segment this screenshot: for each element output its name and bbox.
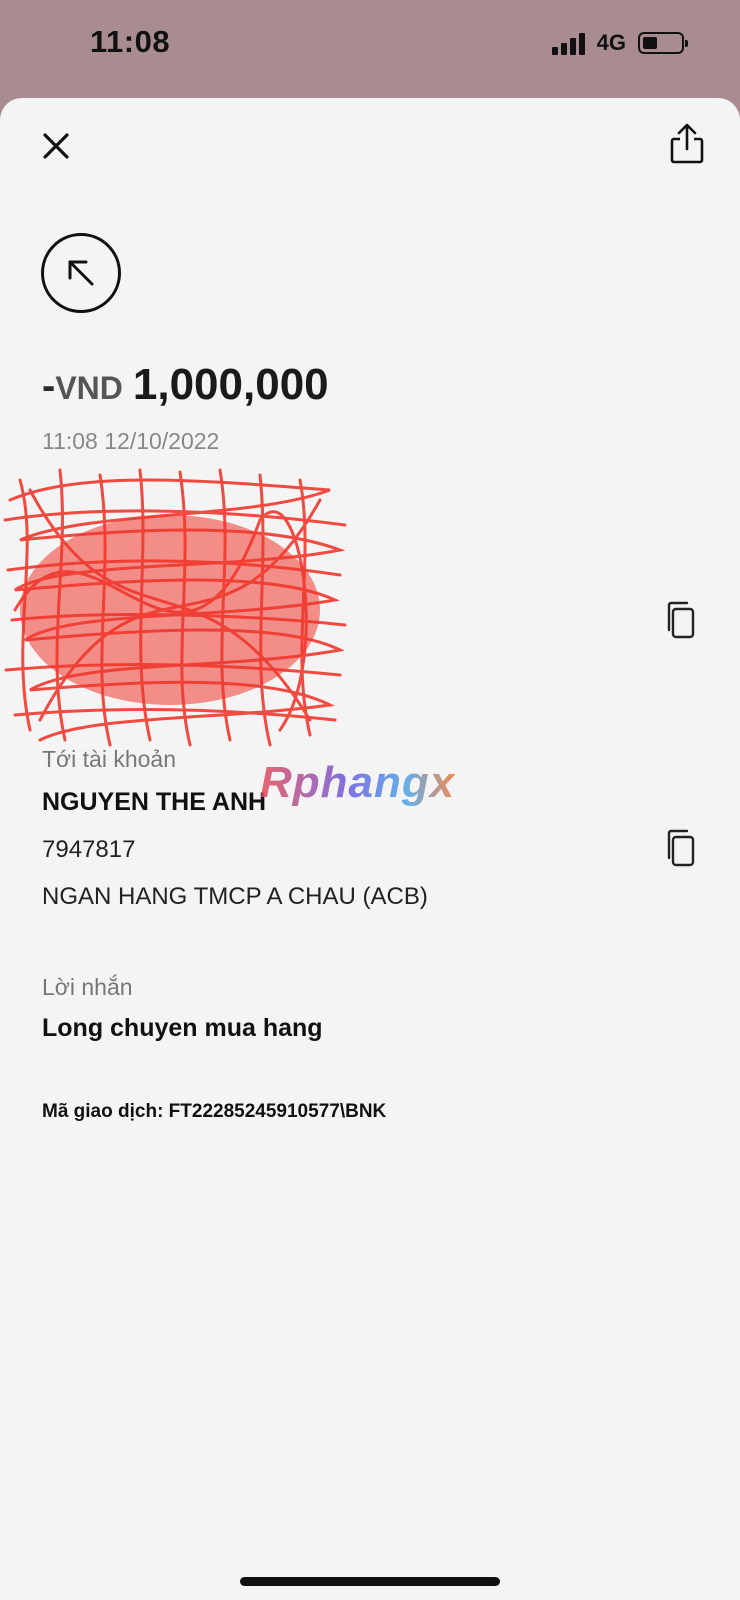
home-indicator[interactable]: [240, 1577, 500, 1586]
message-value: Long chuyen mua hang: [42, 1014, 323, 1042]
network-type: 4G: [596, 30, 626, 55]
watermark-logo: Rphangx: [260, 758, 456, 807]
close-button[interactable]: [38, 128, 74, 164]
recipient-name: NGUYEN THE ANH: [42, 788, 267, 816]
status-indicators: 4G: [551, 30, 688, 56]
amount-currency: VND: [55, 370, 123, 406]
battery-icon: [638, 32, 688, 54]
recipient-label: Tới tài khoản: [42, 746, 176, 772]
message-label: Lời nhắn: [42, 974, 133, 1000]
outgoing-direction-badge: [41, 233, 121, 313]
share-button[interactable]: [666, 122, 708, 166]
copy-recipient-button[interactable]: [660, 826, 700, 870]
arrow-up-left-icon: [68, 260, 94, 286]
recipient-account: 7947817: [42, 836, 136, 863]
signal-bars-icon: [551, 31, 585, 55]
close-icon: [43, 133, 69, 159]
transaction-detail-sheet: - VND 1,000,000 11:08 12/10/2022 Tới tài…: [0, 98, 740, 1600]
copy-icon: [667, 829, 695, 867]
share-icon: [670, 123, 704, 164]
amount-value: 1,000,000: [132, 360, 329, 409]
amount-row: - VND 1,000,000: [42, 360, 329, 410]
status-time: 11:08: [90, 24, 171, 59]
status-bar: 11:08 4G: [0, 0, 740, 96]
transaction-datetime: 11:08 12/10/2022: [42, 428, 220, 454]
transaction-reference: Mã giao dịch: FT22285245910577\BNK: [42, 1101, 387, 1122]
recipient-bank: NGAN HANG TMCP A CHAU (ACB): [42, 883, 428, 910]
amount-sign: -: [42, 364, 56, 408]
copy-sender-button[interactable]: [660, 598, 700, 642]
copy-icon: [667, 601, 695, 639]
redacted-scribble: [3, 468, 347, 747]
